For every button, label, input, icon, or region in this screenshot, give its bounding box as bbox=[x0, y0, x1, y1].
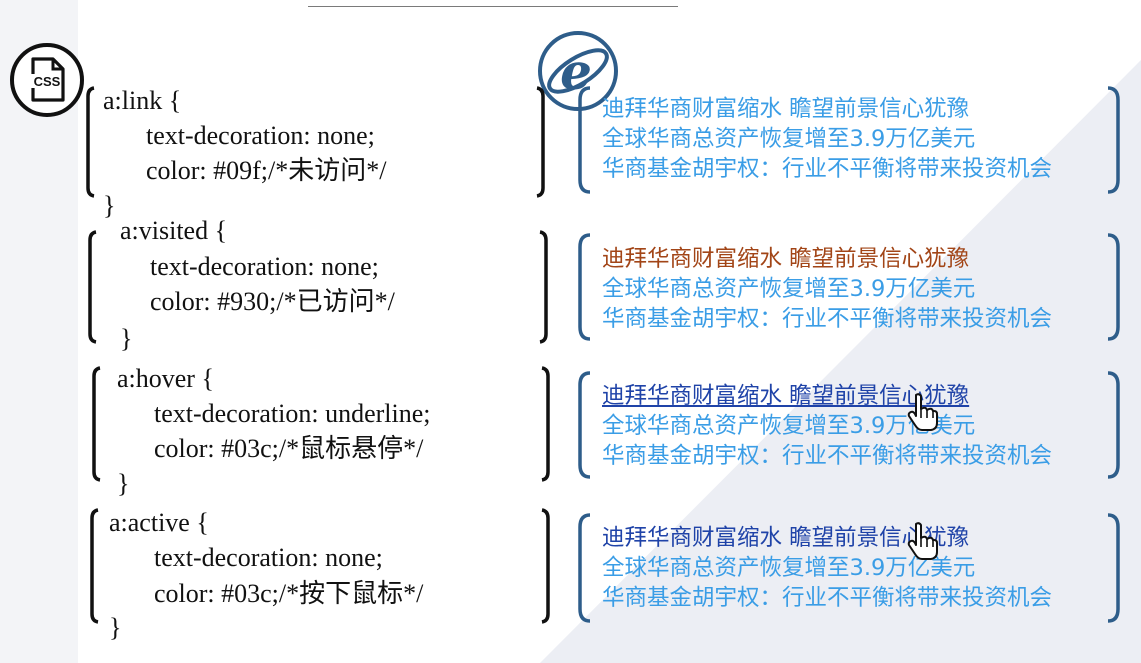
preview-bracket-3-right bbox=[1107, 371, 1120, 479]
rule-close-brace: } bbox=[109, 613, 122, 642]
news-link[interactable]: 全球华商总资产恢复增至3.9万亿美元 bbox=[602, 124, 1052, 154]
preview-active-state: 迪拜华商财富缩水 瞻望前景信心犹豫 全球华商总资产恢复增至3.9万亿美元 华商基… bbox=[602, 523, 1052, 613]
rule-declaration: text-decoration: none; bbox=[154, 543, 383, 572]
code-bracket-3 bbox=[92, 366, 101, 482]
css-badge-label: CSS bbox=[34, 74, 61, 89]
code-bracket-1 bbox=[86, 86, 95, 198]
news-link[interactable]: 迪拜华商财富缩水 瞻望前景信心犹豫 bbox=[602, 94, 1052, 124]
rule-close-brace: } bbox=[103, 191, 116, 220]
preview-hover-state: 迪拜华商财富缩水 瞻望前景信心犹豫 全球华商总资产恢复增至3.9万亿美元 华商基… bbox=[602, 381, 1052, 471]
rule-selector: a:link { bbox=[103, 86, 182, 115]
preview-bracket-2-right bbox=[1107, 233, 1120, 341]
code-bracket-1-right bbox=[536, 86, 545, 198]
preview-bracket-2-left bbox=[578, 233, 591, 341]
news-link[interactable]: 全球华商总资产恢复增至3.9万亿美元 bbox=[602, 274, 1052, 304]
news-link-hovered[interactable]: 迪拜华商财富缩水 瞻望前景信心犹豫 bbox=[602, 381, 1052, 411]
news-link[interactable]: 华商基金胡宇权：行业不平衡将带来投资机会 bbox=[602, 304, 1052, 334]
rule-selector: a:visited { bbox=[120, 216, 228, 245]
rule-selector: a:active { bbox=[109, 508, 209, 537]
rule-declaration: color: #930;/*已访问*/ bbox=[150, 287, 395, 316]
preview-bracket-4-left bbox=[578, 513, 591, 623]
hand-pointer-icon bbox=[907, 522, 938, 560]
code-bracket-4 bbox=[90, 508, 99, 624]
preview-visited-state: 迪拜华商财富缩水 瞻望前景信心犹豫 全球华商总资产恢复增至3.9万亿美元 华商基… bbox=[602, 244, 1052, 334]
rule-selector: a:hover { bbox=[117, 364, 214, 393]
code-bracket-3-right bbox=[541, 366, 550, 482]
preview-bracket-1-left bbox=[578, 86, 591, 194]
code-bracket-2 bbox=[88, 230, 97, 344]
preview-bracket-3-left bbox=[578, 371, 591, 479]
rule-declaration: color: #03c;/*鼠标悬停*/ bbox=[154, 434, 424, 463]
preview-bracket-4-right bbox=[1107, 513, 1120, 623]
news-link[interactable]: 全球华商总资产恢复增至3.9万亿美元 bbox=[602, 411, 1052, 441]
rule-declaration: text-decoration: none; bbox=[146, 121, 375, 150]
news-link-active[interactable]: 迪拜华商财富缩水 瞻望前景信心犹豫 bbox=[602, 523, 1052, 553]
rule-close-brace: } bbox=[117, 469, 130, 498]
preview-bracket-1-right bbox=[1107, 86, 1120, 194]
css-file-icon: CSS bbox=[10, 43, 84, 117]
rule-declaration: text-decoration: underline; bbox=[154, 399, 431, 428]
preview-link-state: 迪拜华商财富缩水 瞻望前景信心犹豫 全球华商总资产恢复增至3.9万亿美元 华商基… bbox=[602, 94, 1052, 184]
news-link[interactable]: 全球华商总资产恢复增至3.9万亿美元 bbox=[602, 553, 1052, 583]
rule-declaration: color: #09f;/*未访问*/ bbox=[146, 156, 387, 185]
rule-declaration: text-decoration: none; bbox=[150, 252, 379, 281]
code-bracket-4-right bbox=[541, 508, 550, 624]
news-link-visited[interactable]: 迪拜华商财富缩水 瞻望前景信心犹豫 bbox=[602, 244, 1052, 274]
news-link[interactable]: 华商基金胡宇权：行业不平衡将带来投资机会 bbox=[602, 441, 1052, 471]
rule-close-brace: } bbox=[120, 324, 133, 353]
news-link[interactable]: 华商基金胡宇权：行业不平衡将带来投资机会 bbox=[602, 583, 1052, 613]
top-divider bbox=[308, 6, 678, 7]
hand-pointer-icon bbox=[907, 393, 938, 431]
code-bracket-2-right bbox=[539, 230, 548, 344]
news-link[interactable]: 华商基金胡宇权：行业不平衡将带来投资机会 bbox=[602, 154, 1052, 184]
rule-declaration: color: #03c;/*按下鼠标*/ bbox=[154, 579, 424, 608]
